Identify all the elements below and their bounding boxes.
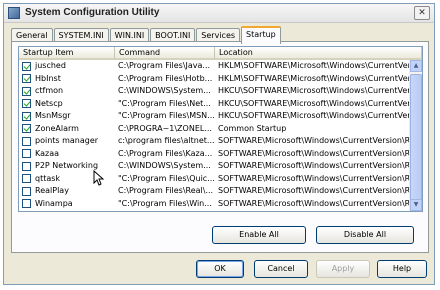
location-cell: HKCU\SOFTWARE\Microsoft\Windows\CurrentV… <box>218 111 409 120</box>
table-row[interactable]: Kazaa C:\Program Files\Kaza... SOFTWARE\Mi… <box>19 148 409 161</box>
startup-list: Startup Item Command Location jusched C:\… <box>18 46 423 212</box>
command-cell: "C:\Program Files\Net... <box>118 98 211 108</box>
startup-item-cell: HbInst <box>19 73 115 86</box>
startup-item-checkbox[interactable] <box>22 186 31 196</box>
startup-item-cell: ZoneAlarm <box>19 123 115 136</box>
startup-item-checkbox[interactable] <box>22 61 31 71</box>
command-cell: C:\WINDOWS\System... <box>118 86 211 95</box>
startup-item-cell: Netscp <box>19 98 115 111</box>
table-row[interactable]: RealPlay C:\Program Files\Real\... SOFTWAR… <box>19 185 409 198</box>
scroll-up-arrow[interactable]: ▲ <box>410 60 422 72</box>
startup-item-checkbox[interactable] <box>22 136 31 146</box>
command-cell: C:\Program Files\Java... <box>118 61 211 70</box>
disable-all-button[interactable]: Disable All <box>316 226 414 244</box>
startup-item-checkbox[interactable] <box>22 124 31 134</box>
table-row[interactable]: points manager c:\program files\altnet...… <box>19 135 409 148</box>
title-bar[interactable]: System Configuration Utility ✕ <box>4 4 434 23</box>
startup-item-name: Winampa <box>35 198 73 208</box>
startup-item-name: MsnMsgr <box>35 111 71 120</box>
table-row[interactable]: MsnMsgr "C:\Program Files\MSN... HKCU\SOFT… <box>19 110 409 123</box>
help-button[interactable]: Help <box>377 260 427 278</box>
startup-item-checkbox[interactable] <box>22 149 31 159</box>
ok-button[interactable]: OK <box>196 260 244 278</box>
location-cell: SOFTWARE\Microsoft\Windows\CurrentVersio… <box>218 173 409 183</box>
command-cell: "C:\Program Files\Quic... <box>118 173 215 183</box>
tab-strip: General SYSTEM.INI WIN.INI BOOT.INI Serv… <box>11 26 282 44</box>
startup-item-name: P2P Networking <box>35 161 99 170</box>
command-cell: C:\WINDOWS\System... <box>118 161 211 170</box>
table-row[interactable]: HbInst C:\Program Files\Hotb... HKLM\SOFTW… <box>19 73 409 86</box>
startup-item-cell: RealPlay <box>19 185 115 198</box>
startup-item-cell: MsnMsgr <box>19 110 115 123</box>
location-cell: HKCU\SOFTWARE\Microsoft\Windows\CurrentV… <box>218 98 409 108</box>
startup-item-cell: jusched <box>19 60 115 73</box>
command-cell: "C:\Program Files\MSN... <box>118 111 215 120</box>
column-header-command[interactable]: Command <box>115 47 215 60</box>
startup-item-name: Kazaa <box>35 148 60 158</box>
column-header-startup-item[interactable]: Startup Item <box>19 47 115 60</box>
table-row[interactable]: P2P Networking C:\WINDOWS\System... SOFTWA… <box>19 160 409 173</box>
startup-item-cell: ctfmon <box>19 85 115 98</box>
location-cell: SOFTWARE\Microsoft\Windows\CurrentVersio… <box>218 198 409 208</box>
command-cell: C:\PROGRA~1\ZONEL... <box>118 123 212 133</box>
cancel-button[interactable]: Cancel <box>254 260 308 278</box>
table-row[interactable]: qttask "C:\Program Files\Quic... SOFTWARE\… <box>19 173 409 186</box>
enable-all-button[interactable]: Enable All <box>212 226 306 244</box>
table-row[interactable]: Netscp "C:\Program Files\Net... HKCU\SOFTW… <box>19 98 409 111</box>
startup-item-name: ctfmon <box>35 86 64 95</box>
startup-item-name: RealPlay <box>35 186 69 195</box>
startup-item-cell: points manager <box>19 135 115 148</box>
startup-item-checkbox[interactable] <box>22 199 31 209</box>
column-header-location[interactable]: Location <box>215 47 422 60</box>
location-cell: SOFTWARE\Microsoft\Windows\CurrentVersio… <box>218 161 409 170</box>
startup-item-checkbox[interactable] <box>22 161 31 171</box>
apply-button[interactable]: Apply <box>316 260 370 278</box>
startup-item-checkbox[interactable] <box>22 111 31 121</box>
command-cell: "C:\Program Files\Win... <box>118 198 212 208</box>
location-cell: HKLM\SOFTWARE\Microsoft\Windows\CurrentV… <box>218 61 409 70</box>
startup-item-checkbox[interactable] <box>22 74 31 84</box>
table-row[interactable]: ctfmon C:\WINDOWS\System... HKCU\SOFTWARE\… <box>19 85 409 98</box>
list-header: Startup Item Command Location <box>19 47 422 60</box>
startup-item-cell: Winampa <box>19 198 115 211</box>
startup-item-name: HbInst <box>35 73 61 83</box>
mouse-pointer-icon <box>93 170 105 186</box>
location-cell: HKCU\SOFTWARE\Microsoft\Windows\CurrentV… <box>218 86 409 95</box>
startup-item-name: ZoneAlarm <box>35 123 79 133</box>
command-cell: c:\program files\altnet... <box>118 136 215 145</box>
startup-item-checkbox[interactable] <box>22 99 31 109</box>
close-button[interactable]: ✕ <box>414 6 430 20</box>
table-row[interactable]: jusched C:\Program Files\Java... HKLM\SOFT… <box>19 60 409 73</box>
window-title: System Configuration Utility <box>25 7 160 18</box>
startup-item-name: qttask <box>35 173 61 183</box>
location-cell: HKLM\SOFTWARE\Microsoft\Windows\CurrentV… <box>218 73 409 83</box>
scroll-down-arrow[interactable]: ▼ <box>410 199 422 211</box>
app-icon <box>8 7 20 19</box>
table-row[interactable]: ZoneAlarm C:\PROGRA~1\ZONEL... Common Star… <box>19 123 409 136</box>
startup-item-name: points manager <box>35 136 99 145</box>
system-configuration-window: System Configuration Utility ✕ General S… <box>3 3 435 285</box>
startup-item-checkbox[interactable] <box>22 86 31 96</box>
command-cell: C:\Program Files\Real\... <box>118 186 214 195</box>
startup-panel: Startup Item Command Location jusched C:\… <box>11 41 429 253</box>
location-cell: SOFTWARE\Microsoft\Windows\CurrentVersio… <box>218 136 409 145</box>
startup-item-name: jusched <box>35 61 66 70</box>
startup-item-cell: Kazaa <box>19 148 115 161</box>
location-cell: SOFTWARE\Microsoft\Windows\CurrentVersio… <box>218 148 409 158</box>
vertical-scrollbar[interactable]: ▲ ▼ <box>409 60 422 211</box>
tab-startup[interactable]: Startup <box>241 26 281 44</box>
location-cell: SOFTWARE\Microsoft\Windows\CurrentVersio… <box>218 186 409 195</box>
location-cell: Common Startup <box>218 123 287 133</box>
command-cell: C:\Program Files\Kaza... <box>118 148 213 158</box>
list-rows: jusched C:\Program Files\Java... HKLM\SOFT… <box>19 60 409 210</box>
scrollbar-thumb[interactable] <box>410 74 422 202</box>
startup-item-checkbox[interactable] <box>22 174 31 184</box>
startup-item-name: Netscp <box>35 98 63 108</box>
command-cell: C:\Program Files\Hotb... <box>118 73 213 83</box>
table-row[interactable]: Winampa "C:\Program Files\Win... SOFTWARE\… <box>19 198 409 211</box>
